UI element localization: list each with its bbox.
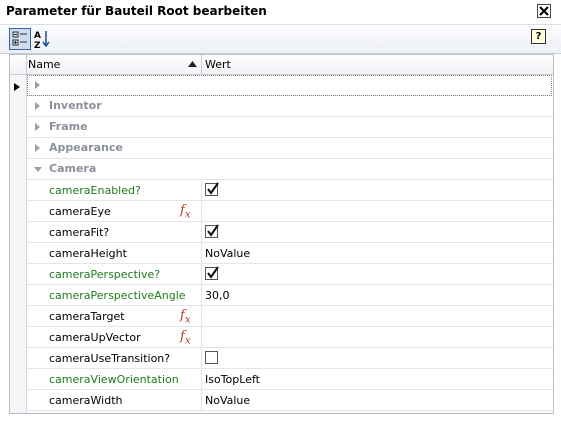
category-row-inventor[interactable]: Inventor [27,96,553,117]
property-row[interactable]: cameraHeight NoValue [27,243,553,264]
property-value[interactable]: NoValue [205,247,250,260]
property-name: cameraTarget [49,310,125,323]
close-button[interactable] [537,4,551,18]
property-row[interactable]: cameraPerspective? [27,264,553,285]
category-label: Appearance [49,141,123,154]
title-bar: Parameter für Bauteil Root bearbeiten [0,0,561,25]
property-name: cameraHeight [49,247,127,260]
property-checkbox[interactable] [205,266,219,280]
row-header-corner [10,55,27,74]
category-row-camera[interactable]: Camera [27,159,553,180]
property-name: cameraUpVector [49,331,141,344]
property-row[interactable]: cameraPerspectiveAngle 30,0 [27,285,553,306]
property-row[interactable]: cameraEnabled? [27,180,553,201]
property-name: cameraWidth [49,394,123,407]
property-name: cameraPerspective? [49,268,161,281]
expand-arrow-icon[interactable] [35,102,40,110]
category-label: Inventor [49,99,102,112]
help-icon: ? [535,31,542,42]
category-row-appearance[interactable]: Appearance [27,138,553,159]
property-name: cameraFit? [49,226,110,239]
property-checkbox[interactable] [205,182,219,196]
property-row[interactable]: cameraTarget fx [27,306,553,327]
category-row-frame[interactable]: Frame [27,117,553,138]
toolbar: A Z ? [0,25,561,54]
property-value[interactable]: NoValue [205,394,250,407]
checkmark-icon [207,224,219,237]
property-checkbox[interactable] [205,224,219,238]
property-row[interactable]: cameraEye fx [27,201,553,222]
sort-ascending-icon [188,61,197,67]
property-grid: Name Wert Inventor Frame Appearance Came… [9,54,554,414]
column-header-name[interactable]: Name [28,58,60,71]
checkmark-icon [207,182,219,195]
alphabetical-sort-button[interactable]: A Z [32,28,54,51]
formula-fx-icon[interactable]: fx [180,308,190,326]
column-header-value[interactable]: Wert [205,58,231,71]
property-name: cameraPerspectiveAngle [49,289,186,302]
property-name: cameraEye [49,205,111,218]
property-name: cameraUseTransition? [49,352,171,365]
property-row[interactable]: cameraUpVector fx [27,327,553,348]
property-row[interactable]: cameraWidth NoValue [27,390,553,411]
property-name: cameraEnabled? [49,184,141,197]
property-row[interactable]: cameraFit? [27,222,553,243]
formula-fx-icon[interactable]: fx [180,203,190,221]
property-row[interactable]: cameraViewOrientation IsoTopLeft [27,369,553,390]
category-label: Frame [49,120,88,133]
current-row-indicator-icon [14,83,20,91]
categorized-view-button[interactable] [9,28,31,50]
property-value[interactable]: IsoTopLeft [205,373,260,386]
collapse-arrow-icon[interactable] [34,167,42,172]
expand-arrow-icon[interactable] [35,123,40,131]
property-name: cameraViewOrientation [49,373,179,386]
grid-header: Name Wert [10,55,553,75]
window-title: Parameter für Bauteil Root bearbeiten [6,4,267,18]
row-header-column [10,75,27,413]
selection-outline [27,75,552,96]
svg-text:A: A [34,31,41,41]
close-icon [539,6,549,16]
property-row[interactable]: cameraUseTransition? [27,348,553,369]
categorized-icon [12,31,27,46]
checkmark-icon [207,266,219,279]
help-button[interactable]: ? [531,29,546,44]
property-value[interactable]: 30,0 [205,289,230,302]
property-checkbox[interactable] [205,351,218,364]
expand-arrow-icon[interactable] [35,144,40,152]
category-label: Camera [49,162,97,175]
sort-az-icon: A Z [34,31,50,51]
formula-fx-icon[interactable]: fx [180,329,190,347]
svg-text:Z: Z [34,41,41,50]
